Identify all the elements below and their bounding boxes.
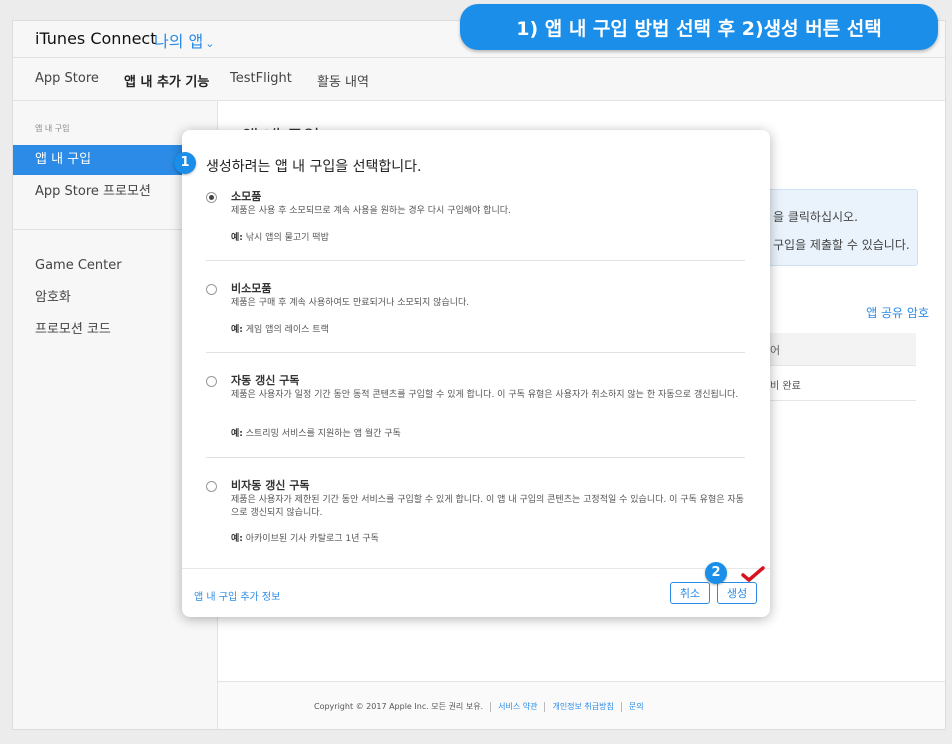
option-example-text: 스트리밍 서비스를 지원하는 앱 월간 구독 [242,429,401,439]
footer-divider [620,701,622,712]
radio-auto-renewable[interactable] [206,376,217,387]
option-example: 예: 게임 앱의 레이스 트랙 [231,322,329,335]
option-description: 제품은 사용자가 일정 기간 동안 동적 콘텐츠를 구입할 수 있게 합니다. … [231,390,739,400]
option-description: 제품은 구매 후 계속 사용하여도 만료되거나 소모되지 않습니다. [231,298,470,308]
footer-divider [544,701,546,712]
my-apps-menu[interactable]: 나의 앱 ⌄ [154,28,214,52]
create-button[interactable]: 생성 [717,582,757,604]
more-info-link[interactable]: 앱 내 구입 추가 정보 [194,588,280,603]
option-example: 예: 아카이브된 기사 카탈로그 1년 구독 [231,531,379,544]
tab-app-store[interactable]: App Store [35,71,99,86]
my-apps-label: 나의 앱 [154,32,204,51]
brand-title[interactable]: iTunes Connect [35,29,157,48]
table-row[interactable]: 비 완료 [758,366,916,401]
tab-activity[interactable]: 활동 내역 [317,71,369,90]
table-header: 어 [758,333,916,366]
option-example-text: 게임 앱의 레이스 트랙 [242,325,329,335]
sidebar-section-header: 앱 내 구입 [35,124,70,133]
info-box: 을 클릭하십시오. 구입을 제출할 수 있습니다. [758,189,918,266]
radio-consumable[interactable] [206,192,217,203]
checkmark-icon [741,566,765,582]
step-badge-2: 2 [705,562,727,584]
example-label: 예: [231,534,243,544]
option-example-text: 낚시 앱의 물고기 떡밥 [242,233,329,243]
option-example: 예: 스트리밍 서비스를 지원하는 앱 월간 구독 [231,426,401,439]
info-text-line2: 구입을 제출할 수 있습니다. [773,238,910,252]
tab-bar: App Store 앱 내 추가 기능 TestFlight 활동 내역 [13,58,945,103]
tab-in-app-features[interactable]: 앱 내 추가 기능 [124,71,210,103]
option-description: 제품은 사용 후 소모되므로 계속 사용을 원하는 경우 다시 구입해야 합니다… [231,206,511,216]
radio-non-consumable[interactable] [206,284,217,295]
cancel-button[interactable]: 취소 [670,582,710,604]
table-header-cell: 어 [770,344,781,357]
radio-non-renewing[interactable] [206,481,217,492]
shared-secret-link[interactable]: 앱 공유 암호 [866,304,929,321]
footer: Copyright © 2017 Apple Inc. 모든 권리 보유. 서비… [218,681,945,729]
option-title: 비소모품 [231,282,272,295]
option-divider [206,457,745,458]
chevron-down-icon: ⌄ [205,37,215,50]
option-title: 소모품 [231,190,262,203]
footer-link-terms[interactable]: 서비스 약관 [498,701,537,712]
dialog-footer-divider [182,568,770,569]
option-divider [206,352,745,353]
footer-link-contact[interactable]: 문의 [629,701,644,712]
option-example-text: 아카이브된 기사 카탈로그 1년 구독 [242,534,379,544]
option-divider [206,260,745,261]
option-example: 예: 낚시 앱의 물고기 떡밥 [231,230,329,243]
table-cell-status: 비 완료 [770,381,801,392]
copyright-text: Copyright © 2017 Apple Inc. 모든 권리 보유. [314,702,484,711]
footer-divider [490,701,492,712]
iap-type-dialog: 1 생성하려는 앱 내 구입을 선택합니다. 소모품 제품은 사용 후 소모되므… [174,130,770,617]
step-badge-1: 1 [174,152,196,174]
tab-testflight[interactable]: TestFlight [230,71,292,86]
option-description: 제품은 사용자가 제한된 기간 동안 서비스를 구입할 수 있게 합니다. 이 … [231,495,744,518]
dialog-title: 생성하려는 앱 내 구입을 선택합니다. [206,159,422,175]
instruction-callout: 1) 앱 내 구입 방법 선택 후 2)생성 버튼 선택 [460,4,938,50]
option-title: 자동 갱신 구독 [231,374,300,387]
example-label: 예: [231,325,243,335]
example-label: 예: [231,429,243,439]
info-text-line1: 을 클릭하십시오. [773,210,858,224]
example-label: 예: [231,233,243,243]
option-title: 비자동 갱신 구독 [231,479,310,492]
footer-link-privacy[interactable]: 개인정보 취급방침 [552,701,613,712]
